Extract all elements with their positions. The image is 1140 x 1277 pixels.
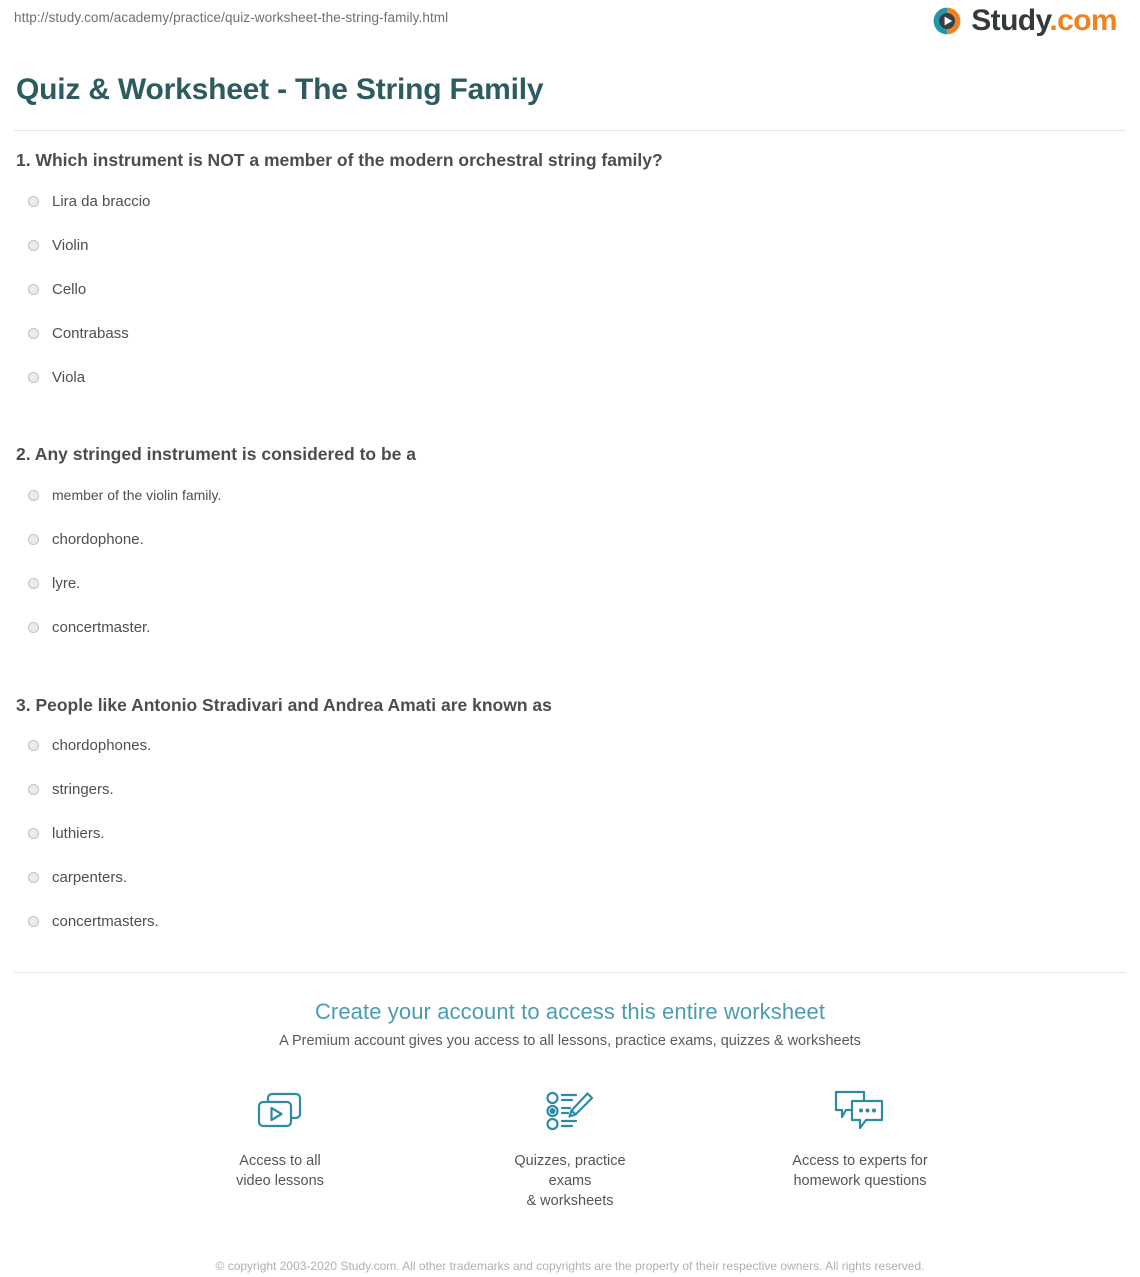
premium-cta-section: Create your account to access this entir… xyxy=(14,973,1126,1211)
answer-option[interactable]: concertmasters. xyxy=(14,900,1126,944)
answer-options: member of the violin family. chordophone… xyxy=(14,474,1126,650)
page-header: http://study.com/academy/practice/quiz-w… xyxy=(14,0,1126,56)
feature-label: Quizzes, practice exams & worksheets xyxy=(514,1152,626,1209)
answer-option[interactable]: luthiers. xyxy=(14,812,1126,856)
answer-option[interactable]: Violin xyxy=(14,223,1126,267)
radio-button-icon[interactable] xyxy=(28,195,39,207)
radio-button-icon[interactable] xyxy=(28,283,39,295)
radio-button-icon[interactable] xyxy=(28,534,39,545)
answer-option[interactable]: lyre. xyxy=(14,562,1126,606)
answer-option[interactable]: carpenters. xyxy=(14,856,1126,900)
radio-button-icon[interactable] xyxy=(28,740,39,752)
video-lessons-icon xyxy=(254,1087,306,1135)
radio-button-icon[interactable] xyxy=(28,327,39,339)
answer-option-label: Viola xyxy=(52,368,86,386)
logo-wordmark: Study.com xyxy=(971,6,1117,36)
radio-button-icon[interactable] xyxy=(28,916,39,928)
page-url: http://study.com/academy/practice/quiz-w… xyxy=(14,10,449,25)
questions-list: 1. Which instrument is NOT a member of t… xyxy=(14,131,1126,944)
feature-item: Access to experts for homework questions xyxy=(785,1087,935,1211)
answer-option-label: Cello xyxy=(52,280,87,298)
feature-item: Quizzes, practice exams & worksheets xyxy=(495,1087,645,1211)
answer-option-label: lyre. xyxy=(52,575,81,592)
answer-option[interactable]: Viola xyxy=(14,355,1126,399)
feature-item: Access to all video lessons xyxy=(205,1087,355,1211)
answer-option[interactable]: Contrabass xyxy=(14,311,1126,355)
page-title: Quiz & Worksheet - The String Family xyxy=(16,73,544,106)
answer-option-label: member of the violin family. xyxy=(52,486,222,503)
play-circle-icon xyxy=(931,5,963,37)
answer-option-label: chordophone. xyxy=(52,531,144,548)
logo-suffix: .com xyxy=(1049,4,1117,37)
question-block: 3. People like Antonio Stradivari and An… xyxy=(14,692,1126,944)
copyright-text: © copyright 2003-2020 Study.com. All oth… xyxy=(215,1258,925,1273)
question-text: 2. Any stringed instrument is considered… xyxy=(16,444,416,465)
radio-button-icon[interactable] xyxy=(28,622,39,633)
answer-option-label: carpenters. xyxy=(52,869,128,887)
feature-label: Access to all video lessons xyxy=(236,1152,324,1189)
answer-option-label: concertmasters. xyxy=(52,913,159,931)
question-block: 2. Any stringed instrument is considered… xyxy=(14,441,1126,649)
radio-button-icon[interactable] xyxy=(28,578,39,589)
answer-option-label: stringers. xyxy=(52,781,114,799)
answer-option-label: concertmaster. xyxy=(52,619,151,636)
question-spacer xyxy=(14,419,1126,441)
answer-option-label: Violin xyxy=(52,236,89,254)
answer-options: Lira da braccio Violin Cello Contrabass … xyxy=(14,179,1126,399)
radio-button-icon[interactable] xyxy=(28,371,39,383)
answer-options: chordophones. stringers. luthiers. carpe… xyxy=(14,724,1126,944)
study-com-logo[interactable]: Study.com xyxy=(931,0,1126,37)
answer-option[interactable]: Lira da braccio xyxy=(14,179,1126,223)
quiz-pencil-icon xyxy=(544,1087,596,1135)
answer-option[interactable]: concertmaster. xyxy=(14,606,1126,650)
answer-option[interactable]: stringers. xyxy=(14,768,1126,812)
radio-button-icon[interactable] xyxy=(28,872,39,884)
answer-option-label: luthiers. xyxy=(52,825,105,843)
answer-option-label: Contrabass xyxy=(52,324,129,342)
logo-name: Study xyxy=(971,4,1050,37)
answer-option[interactable]: member of the violin family. xyxy=(14,474,1126,518)
answer-option[interactable]: chordophone. xyxy=(14,518,1126,562)
question-spacer xyxy=(14,670,1126,692)
answer-option[interactable]: Cello xyxy=(14,267,1126,311)
radio-button-icon[interactable] xyxy=(28,828,39,840)
answer-option-label: Lira da braccio xyxy=(52,192,151,210)
question-block: 1. Which instrument is NOT a member of t… xyxy=(14,147,1126,399)
cta-title[interactable]: Create your account to access this entir… xyxy=(14,999,1126,1025)
worksheet-page: http://study.com/academy/practice/quiz-w… xyxy=(0,0,1140,1273)
question-text: 3. People like Antonio Stradivari and An… xyxy=(16,694,552,715)
answer-option-label: chordophones. xyxy=(52,737,152,755)
feature-label: Access to experts for homework questions xyxy=(792,1152,928,1189)
radio-button-icon[interactable] xyxy=(28,490,39,501)
cta-subtitle: A Premium account gives you access to al… xyxy=(279,1032,861,1049)
question-text: 1. Which instrument is NOT a member of t… xyxy=(16,150,663,170)
radio-button-icon[interactable] xyxy=(28,784,39,796)
premium-features: Access to all video lessons Quizzes, pra… xyxy=(14,1087,1126,1211)
radio-button-icon[interactable] xyxy=(28,239,39,251)
chat-bubbles-icon xyxy=(832,1087,888,1135)
answer-option[interactable]: chordophones. xyxy=(14,724,1126,768)
